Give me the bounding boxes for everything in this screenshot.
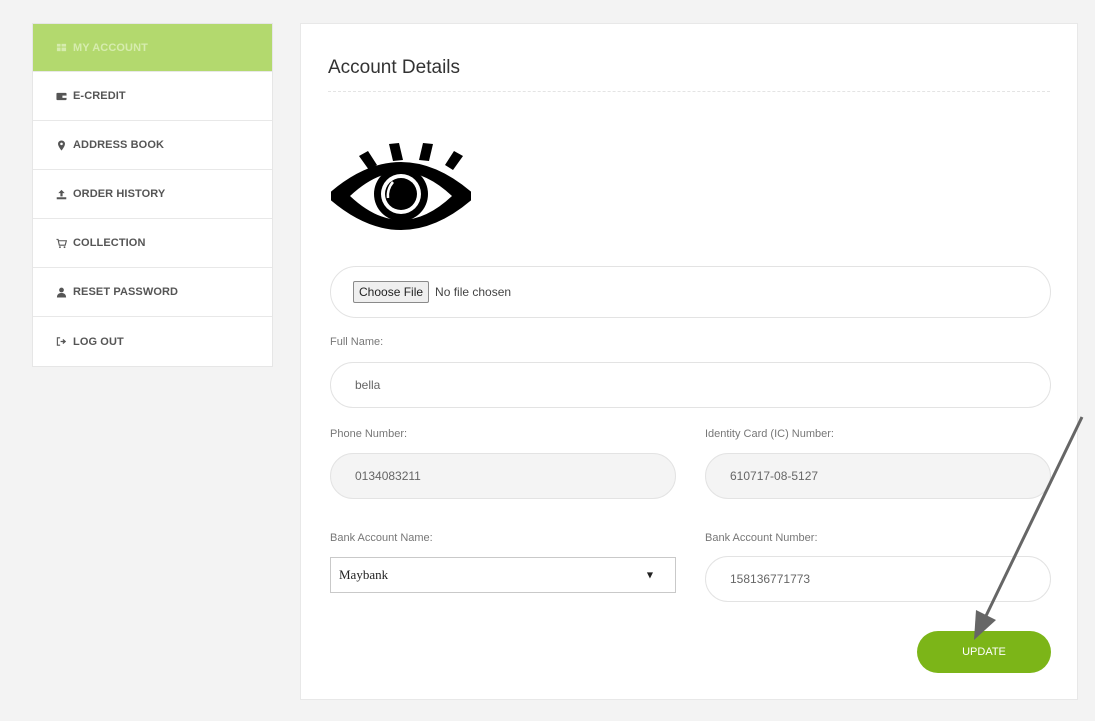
wallet-icon bbox=[55, 90, 67, 102]
phone-number-value: 0134083211 bbox=[355, 469, 421, 483]
sidebar-item-label: E-CREDIT bbox=[73, 90, 126, 102]
sidebar-item-address-book[interactable]: ADDRESS BOOK bbox=[33, 121, 272, 170]
bank-account-number-value: 158136771773 bbox=[730, 572, 811, 586]
sidebar-item-label: ADDRESS BOOK bbox=[73, 139, 165, 151]
avatar-file-input: Choose File No file chosen bbox=[330, 266, 1051, 318]
sidebar-item-log-out[interactable]: LOG OUT bbox=[33, 317, 272, 366]
phone-number-label: Phone Number: bbox=[330, 428, 408, 440]
sidebar-item-label: RESET PASSWORD bbox=[73, 286, 179, 298]
sidebar-item-label: LOG OUT bbox=[73, 335, 124, 348]
map-marker-icon bbox=[55, 139, 67, 151]
file-status-text: No file chosen bbox=[435, 285, 512, 299]
full-name-value: bella bbox=[355, 378, 381, 392]
sidebar-item-order-history[interactable]: ORDER HISTORY bbox=[33, 170, 272, 219]
bank-account-number-label: Bank Account Number: bbox=[705, 532, 818, 544]
upload-icon bbox=[55, 188, 67, 200]
title-divider bbox=[328, 91, 1050, 92]
sidebar-item-reset-password[interactable]: RESET PASSWORD bbox=[33, 268, 272, 317]
eye-icon bbox=[326, 134, 476, 234]
ic-number-value: 610717-08-5127 bbox=[730, 469, 819, 483]
account-details-panel: Account Details Choose File No file chos… bbox=[300, 23, 1078, 700]
cart-icon bbox=[55, 237, 67, 249]
sidebar-item-label: COLLECTION bbox=[73, 237, 146, 249]
sign-out-icon bbox=[55, 336, 67, 348]
full-name-label: Full Name: bbox=[330, 336, 384, 348]
sidebar-item-label: MY ACCOUNT bbox=[73, 41, 148, 54]
update-button[interactable]: UPDATE bbox=[917, 631, 1051, 673]
bank-account-name-select[interactable]: Maybank ▼ bbox=[330, 557, 676, 593]
bank-account-number-field[interactable]: 158136771773 bbox=[705, 556, 1051, 602]
dropdown-arrow-icon: ▼ bbox=[646, 570, 653, 580]
sidebar-item-collection[interactable]: COLLECTION bbox=[33, 219, 272, 268]
account-sidebar: MY ACCOUNT E-CREDIT ADDRESS BOOK ORDER H… bbox=[32, 23, 273, 367]
dashboard-icon bbox=[55, 42, 67, 54]
sidebar-item-e-credit[interactable]: E-CREDIT bbox=[33, 72, 272, 121]
sidebar-item-my-account[interactable]: MY ACCOUNT bbox=[33, 24, 272, 72]
sidebar-item-label: ORDER HISTORY bbox=[73, 188, 166, 200]
bank-account-name-value: Maybank bbox=[339, 567, 389, 582]
choose-file-button[interactable]: Choose File bbox=[353, 281, 430, 303]
full-name-field[interactable]: bella bbox=[330, 362, 1051, 408]
page-title: Account Details bbox=[328, 57, 461, 78]
bank-account-name-label: Bank Account Name: bbox=[330, 532, 433, 544]
user-icon bbox=[55, 286, 67, 298]
phone-number-field[interactable]: 0134083211 bbox=[330, 453, 676, 499]
ic-number-field[interactable]: 610717-08-5127 bbox=[705, 453, 1051, 499]
ic-number-label: Identity Card (IC) Number: bbox=[705, 428, 834, 440]
